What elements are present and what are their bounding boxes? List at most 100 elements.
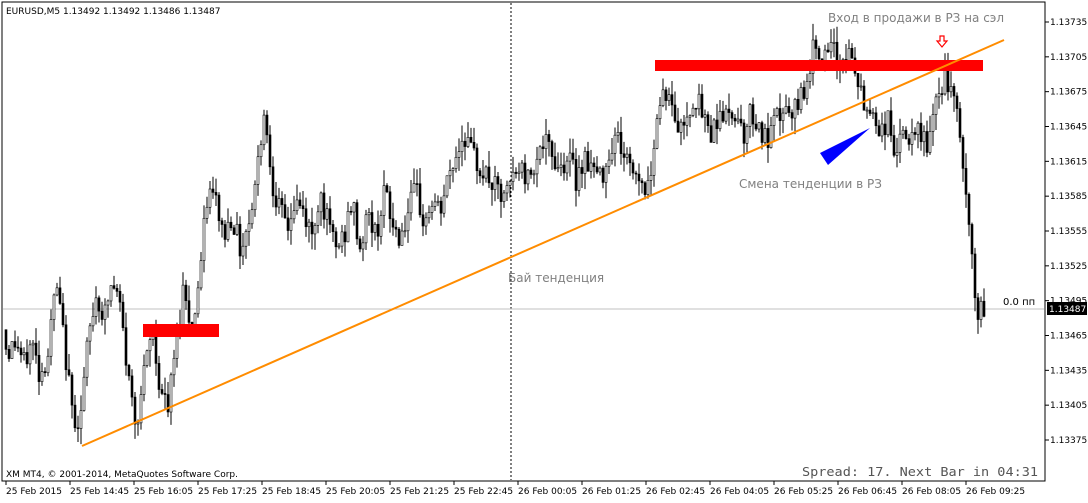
- candle-body: [424, 217, 428, 227]
- candle-body: [778, 108, 782, 121]
- candle-body: [733, 117, 737, 122]
- candle-body: [487, 166, 491, 184]
- candle-body: [340, 231, 344, 247]
- candle-body: [34, 342, 38, 356]
- candle-body: [112, 285, 116, 289]
- price-chart[interactable]: 1.13735 1.13705 1.13675 1.13645 1.13615 1.135…: [0, 0, 1088, 499]
- candle-body: [304, 208, 308, 228]
- candle-body: [127, 364, 131, 377]
- candle-body: [334, 231, 338, 248]
- candle-body: [388, 191, 392, 220]
- candle-body: [343, 231, 347, 243]
- candle-body: [475, 147, 479, 172]
- candle-body: [457, 151, 461, 158]
- candle-body: [400, 230, 404, 246]
- candle-body: [514, 171, 518, 174]
- candle-body: [187, 300, 191, 323]
- candle-body: [973, 253, 977, 299]
- candle-body: [22, 352, 26, 356]
- candle-body: [826, 49, 830, 53]
- candle-body: [754, 123, 758, 130]
- candle-body: [124, 327, 128, 366]
- candle-body: [211, 188, 215, 193]
- candle-body: [103, 304, 107, 320]
- candle-body: [469, 137, 473, 143]
- candle-body: [412, 183, 416, 193]
- candle-body: [10, 341, 14, 359]
- candle-body: [322, 192, 326, 220]
- candle-body: [511, 171, 515, 182]
- candle-body: [655, 118, 659, 149]
- candle-body: [370, 212, 374, 233]
- candle-body: [220, 220, 224, 225]
- candle-body: [673, 104, 677, 122]
- candle-body: [484, 166, 488, 179]
- candle-body: [301, 205, 305, 210]
- candle-body: [319, 192, 323, 213]
- candle-body: [604, 165, 608, 183]
- resistance-zone[interactable]: [655, 60, 983, 71]
- candle-body: [481, 175, 485, 179]
- x-tick-label: 25 Feb 17:25: [198, 487, 257, 497]
- x-tick-label: 26 Feb 01:25: [582, 487, 641, 497]
- candle-body: [643, 182, 647, 195]
- candle-body: [109, 285, 113, 302]
- candle-body: [949, 86, 953, 93]
- support-zone[interactable]: [143, 324, 219, 337]
- candle-body: [7, 349, 11, 359]
- price-badge-text: 1.13487: [1049, 305, 1086, 315]
- candle-body: [496, 176, 500, 185]
- candle-body: [640, 180, 644, 184]
- x-tick-label: 25 Feb 20:05: [326, 487, 385, 497]
- candle-body: [79, 410, 83, 429]
- candle-body: [106, 300, 110, 306]
- y-tick-label: 1.13705: [1050, 53, 1087, 63]
- candle-body: [292, 210, 296, 220]
- candle-body: [772, 115, 776, 126]
- candle-body: [67, 369, 71, 376]
- entry-note: Вход в продажи в РЗ на сэл: [828, 11, 1004, 25]
- candle-body: [709, 125, 713, 143]
- price-axis: 1.13735 1.13705 1.13675 1.13645 1.13615 1.135…: [1045, 18, 1087, 446]
- copyright-text: XM MT4, © 2001-2014, MetaQuotes Software…: [6, 470, 238, 480]
- candle-body: [409, 191, 413, 214]
- candle-body: [403, 230, 407, 233]
- candle-body: [229, 221, 233, 229]
- candle-body: [658, 105, 662, 120]
- candle-body: [532, 173, 536, 176]
- candle-body: [652, 148, 656, 176]
- candle-body: [262, 114, 266, 146]
- chart-canvas[interactable]: 1.13735 1.13705 1.13675 1.13645 1.13615 1.135…: [0, 0, 1088, 499]
- candle-body: [688, 115, 692, 118]
- candle-body: [721, 110, 725, 122]
- candle-body: [307, 221, 311, 228]
- candle-body: [616, 131, 620, 136]
- candle-body: [508, 181, 512, 186]
- candle-body: [253, 184, 257, 211]
- candle-body: [448, 170, 452, 177]
- candle-body: [397, 228, 401, 246]
- candle-body: [850, 47, 854, 59]
- candle-body: [295, 199, 299, 212]
- x-tick-label: 26 Feb 09:25: [966, 487, 1025, 497]
- candle-body: [268, 134, 272, 168]
- candle-body: [226, 221, 230, 240]
- candle-body: [814, 39, 818, 49]
- candle-body: [760, 122, 764, 143]
- candle-body: [946, 68, 950, 93]
- candle-body: [784, 106, 788, 114]
- x-tick-label: 26 Feb 00:05: [518, 487, 577, 497]
- candle-body: [118, 291, 122, 303]
- candle-body: [793, 98, 797, 119]
- candle-body: [181, 284, 185, 326]
- candle-body: [241, 245, 245, 257]
- candle-body: [145, 350, 149, 366]
- candle-body: [37, 354, 41, 382]
- candle-body: [556, 167, 560, 170]
- x-tick-label: 25 Feb 16:05: [134, 487, 193, 497]
- x-tick-label: 25 Feb 22:45: [454, 487, 513, 497]
- candle-body: [418, 183, 422, 216]
- y-tick-label: 1.13375: [1050, 436, 1087, 446]
- candle-body: [358, 238, 362, 250]
- candle-body: [490, 182, 494, 190]
